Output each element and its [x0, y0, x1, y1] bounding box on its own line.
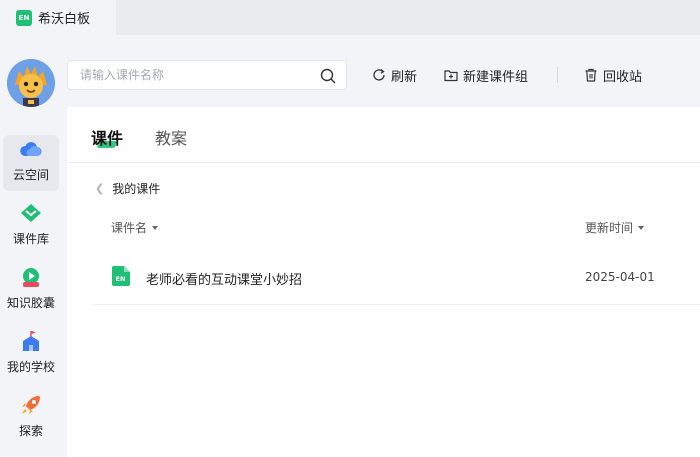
new-folder-icon — [444, 70, 458, 82]
column-header-updated[interactable]: 更新时间 — [585, 219, 645, 236]
app-tab[interactable]: EN 希沃白板 — [0, 0, 116, 35]
main-panel: 课件 教案 ❮ 我的课件 课件名 更新时间 EN 老师必看的互动课堂小妙招 20… — [67, 107, 700, 457]
new-group-button[interactable]: 新建课件组 — [444, 66, 529, 85]
sidebar-item-cloud-space[interactable]: 云空间 — [3, 135, 59, 191]
caret-down-icon — [638, 225, 645, 230]
new-group-label: 新建课件组 — [463, 69, 529, 85]
tab-lesson-plans[interactable]: 教案 — [155, 125, 187, 149]
column-header-name[interactable]: 课件名 — [111, 219, 159, 236]
table-row[interactable]: EN 老师必看的互动课堂小妙招 2025-04-01 — [92, 253, 700, 305]
chevron-left-icon[interactable]: ❮ — [95, 182, 104, 195]
app-logo-icon: EN — [16, 9, 32, 26]
knowledge-capsule-icon — [23, 268, 39, 287]
recycle-bin-label: 回收站 — [603, 69, 643, 85]
courseware-library-icon — [21, 204, 41, 222]
app-title: 希沃白板 — [38, 12, 91, 27]
search-input[interactable] — [80, 68, 310, 82]
caret-down-icon — [152, 225, 159, 230]
column-header-label: 更新时间 — [585, 221, 634, 235]
toolbar-divider — [557, 67, 558, 83]
cloud-icon — [20, 142, 42, 156]
trash-icon — [585, 68, 597, 82]
refresh-label: 刷新 — [391, 69, 418, 85]
sidebar-item-label: 课件库 — [12, 232, 49, 246]
refresh-button[interactable]: 刷新 — [372, 66, 418, 85]
sidebar-item-knowledge-capsule[interactable]: 知识胶囊 — [3, 263, 59, 319]
search-box — [67, 60, 347, 90]
sidebar-item-label: 探索 — [18, 424, 43, 438]
search-icon[interactable] — [320, 68, 336, 84]
rocket-icon — [22, 396, 40, 414]
title-bar: EN 希沃白板 — [0, 0, 700, 35]
school-icon — [23, 331, 39, 351]
avatar[interactable] — [7, 59, 55, 107]
courseware-file-icon: EN — [112, 266, 130, 286]
recycle-bin-button[interactable]: 回收站 — [584, 66, 643, 85]
sidebar-item-label: 云空间 — [12, 168, 49, 182]
sidebar-item-explore[interactable]: 探索 — [3, 391, 59, 447]
tab-bar: 课件 教案 — [67, 107, 700, 163]
sidebar-item-courseware-library[interactable]: 课件库 — [3, 199, 59, 255]
breadcrumb: ❮ 我的课件 — [95, 180, 160, 197]
file-name: 老师必看的互动课堂小妙招 — [146, 273, 303, 288]
sidebar-item-my-school[interactable]: 我的学校 — [3, 327, 59, 383]
breadcrumb-current: 我的课件 — [112, 182, 161, 196]
sidebar-item-label: 知识胶囊 — [6, 296, 55, 310]
tab-courseware[interactable]: 课件 — [91, 125, 123, 149]
column-header-label: 课件名 — [111, 221, 148, 235]
file-updated-date: 2025-04-01 — [585, 270, 655, 284]
sidebar-item-label: 我的学校 — [6, 360, 55, 374]
refresh-icon — [373, 69, 385, 81]
file-type-label: EN — [116, 275, 126, 283]
